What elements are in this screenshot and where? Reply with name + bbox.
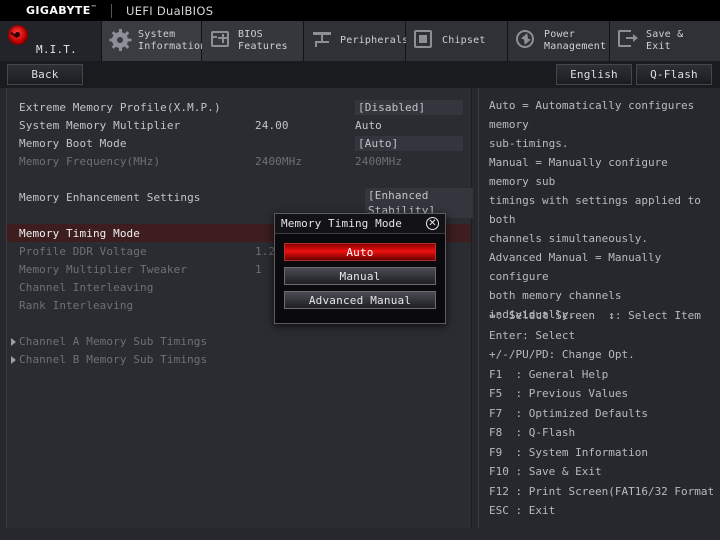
setting-row-xmp[interactable]: Extreme Memory Profile(X.M.P.) [Disabled… [7,98,471,116]
tab-power-management[interactable]: Power Management [508,21,610,61]
hotkey-line: F5 : Previous Values [489,387,629,400]
chip-plus-icon [210,30,232,52]
help-description: Auto = Automatically configures memory s… [489,96,711,324]
setting-row-memory-enhancement-settings[interactable]: Memory Enhancement Settings [Enhanced St… [7,188,473,218]
gigabyte-logo: GIGABYTE™ [0,4,97,17]
setting-label: Profile DDR Voltage [19,244,147,258]
help-line: Manual = Manually configure memory sub [489,156,668,188]
brand-subtitle: UEFI DualBIOS [126,3,214,18]
hotkey-line: F12 : Print Screen(FAT16/32 Format Only) [489,484,715,498]
setting-value: 2400MHz [355,154,403,168]
close-icon[interactable]: ✕ [426,217,439,230]
expand-arrow-icon [11,356,16,364]
expand-arrow-icon [11,338,16,346]
setting-current: 24.00 [255,118,289,132]
chipset-icon [414,30,436,52]
help-panel: Auto = Automatically configures memory s… [478,88,720,528]
help-line: Auto = Automatically configures memory [489,99,695,131]
exit-arrow-icon [618,30,640,52]
power-bolt-icon [516,30,538,52]
tab-power-management-label: Power Management [544,29,607,52]
tab-mit-label: M.I.T. [36,43,77,56]
memory-timing-mode-dialog: Memory Timing Mode ✕ Auto Manual Advance… [274,213,446,324]
bios-screen: GIGABYTE™ UEFI DualBIOS M.I.T. System In… [0,0,720,540]
setting-value[interactable]: [Auto] [355,135,463,151]
tab-chipset[interactable]: Chipset [406,21,508,61]
dialog-option-advanced-manual[interactable]: Advanced Manual [284,291,436,309]
help-line: timings with settings applied to both [489,194,701,226]
gear-icon [109,29,132,52]
setting-label: Memory Boot Mode [19,136,127,150]
main-navigation: M.I.T. System Information BIOS Features [0,21,720,61]
dialog-title: Memory Timing Mode [281,217,403,230]
setting-row-channel-b-memory-sub-timings[interactable]: Channel B Memory Sub Timings [7,350,471,368]
tab-peripherals-label: Peripherals [340,35,409,46]
trademark-symbol: ™ [90,4,98,12]
hotkey-line: F9 : System Information [489,445,648,459]
tab-bios-features-label: BIOS Features [238,29,288,52]
sub-toolbar: Back English Q-Flash [0,61,720,88]
help-line: sub-timings. [489,137,569,150]
tab-save-and-exit[interactable]: Save & Exit [610,21,720,61]
tab-chipset-label: Chipset [442,35,486,46]
brand-bar: GIGABYTE™ UEFI DualBIOS [0,0,720,21]
brand-divider [111,3,113,18]
tab-save-and-exit-label: Save & Exit [646,29,684,52]
setting-value[interactable]: [Disabled] [355,99,463,115]
hotkey-line: F10 : Save & Exit [489,465,602,478]
tab-mit[interactable]: M.I.T. [0,21,102,61]
setting-label: Rank Interleaving [19,298,134,312]
q-flash-button[interactable]: Q-Flash [636,64,712,85]
hotkey-line: F7 : Optimized Defaults [489,406,648,420]
setting-label: Memory Timing Mode [19,226,141,240]
hotkey-legend: ↔: Select Screen ↕: Select Item Enter: S… [489,306,720,521]
help-line: Advanced Manual = Manually configure [489,251,662,283]
tab-system-information[interactable]: System Information [102,21,206,61]
hotkey-line: Enter: Select [489,328,576,342]
hotkey-line: ↔: Select Screen ↕: Select Item [489,309,701,322]
setting-label: Memory Enhancement Settings [19,190,201,204]
tab-bios-features[interactable]: BIOS Features [202,21,304,61]
tab-system-information-label: System Information [138,29,207,52]
setting-row-memory-boot-mode[interactable]: Memory Boot Mode [Auto] [7,134,471,152]
peripherals-icon [312,30,334,52]
back-button[interactable]: Back [7,64,83,85]
setting-row-channel-a-memory-sub-timings[interactable]: Channel A Memory Sub Timings [7,332,471,350]
dialog-options: Auto Manual Advanced Manual [275,234,445,315]
setting-label: Memory Multiplier Tweaker [19,262,188,276]
setting-row-memory-frequency: Memory Frequency(MHz) 2400MHz 2400MHz [7,152,471,170]
setting-current: 2400MHz [255,154,303,168]
dial-icon [8,25,30,47]
dialog-option-manual[interactable]: Manual [284,267,436,285]
hotkey-line: F8 : Q-Flash [489,426,576,439]
setting-label: Channel Interleaving [19,280,154,294]
hotkey-line: ESC : Exit [489,504,556,517]
setting-label: Memory Frequency(MHz) [19,154,161,168]
setting-label: Channel B Memory Sub Timings [19,352,208,366]
hotkey-line: +/-/PU/PD: Change Opt. [489,348,635,361]
dialog-title-bar: Memory Timing Mode ✕ [275,214,445,234]
gigabyte-logo-text: GIGABYTE [26,4,91,17]
setting-row-system-memory-multiplier[interactable]: System Memory Multiplier 24.00 Auto [7,116,471,134]
setting-label: Channel A Memory Sub Timings [19,334,208,348]
setting-value[interactable]: Auto [355,119,471,132]
tab-peripherals[interactable]: Peripherals [304,21,409,61]
language-button[interactable]: English [556,64,632,85]
setting-label: System Memory Multiplier [19,118,181,132]
setting-label: Extreme Memory Profile(X.M.P.) [19,100,221,114]
hotkey-line: F1 : General Help [489,367,609,381]
help-line: channels simultaneously. [489,232,648,245]
dialog-option-auto[interactable]: Auto [284,243,436,261]
